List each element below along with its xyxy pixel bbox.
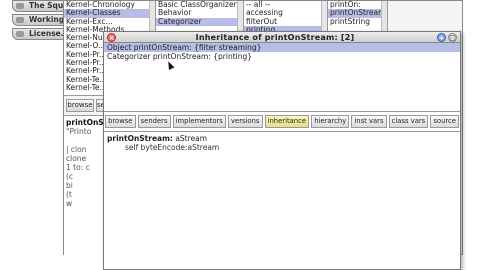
implementor-list[interactable]: Object printOnStream: {filter streaming}… <box>104 43 460 112</box>
code-line: "Printo <box>66 127 92 136</box>
code-line: clone <box>66 154 87 163</box>
code-line: (c <box>66 172 74 181</box>
tab-hierarchy[interactable]: hierarchy <box>311 115 350 128</box>
tab-class-vars[interactable]: class vars <box>388 115 429 128</box>
code-line: bi <box>66 181 73 190</box>
source-pane[interactable]: printOnStream: aStream self byteEncode:a… <box>104 131 460 269</box>
code-line: (t <box>66 190 72 199</box>
window-title: Inheritance of printOnStream: [2] <box>195 33 355 42</box>
method-signature: printOnStream: aStream <box>107 134 457 143</box>
flap-icon <box>16 3 24 9</box>
method-body: self byteEncode:aStream <box>125 143 220 152</box>
tab-inheritance[interactable]: inheritance <box>264 115 310 128</box>
menu-icon[interactable]: + <box>437 33 446 42</box>
close-icon[interactable]: × <box>107 33 116 42</box>
flap-icon <box>16 31 24 37</box>
class-item[interactable]: Categorizer <box>156 17 243 26</box>
button-row: browse senders implementors versions inherit… <box>104 115 460 129</box>
flap-icon <box>16 17 24 23</box>
method-item[interactable]: printString <box>328 17 387 26</box>
implementor-item[interactable]: Object printOnStream: {filter streaming} <box>104 43 460 52</box>
code-line: w <box>66 199 73 208</box>
tab-versions[interactable]: versions <box>227 115 263 128</box>
tab-senders[interactable]: senders <box>137 115 171 128</box>
code-line: printOnS... <box>66 118 104 127</box>
tab-implementors[interactable]: implementors <box>172 115 226 128</box>
implementor-item[interactable]: Categorizer printOnStream: {printing} <box>104 52 460 61</box>
code-line: 1 to: c <box>66 163 90 172</box>
inheritance-window: × Inheritance of printOnStream: [2] + □ … <box>103 31 461 270</box>
tab-source[interactable]: source <box>430 115 460 128</box>
code-pane[interactable]: printOnS..."Printo | clonclone1 to: c(cb… <box>64 115 104 256</box>
method-selector: printOnStream: <box>107 134 173 143</box>
method-argument: aStream <box>172 134 208 143</box>
browse-button[interactable]: browse <box>66 99 94 112</box>
tab-inst-vars[interactable]: inst vars <box>351 115 387 128</box>
tab-browse[interactable]: browse <box>105 115 136 128</box>
title-bar[interactable]: × Inheritance of printOnStream: [2] + □ <box>104 32 460 43</box>
collapse-icon[interactable]: □ <box>448 33 457 42</box>
code-line: | clon <box>66 145 87 154</box>
